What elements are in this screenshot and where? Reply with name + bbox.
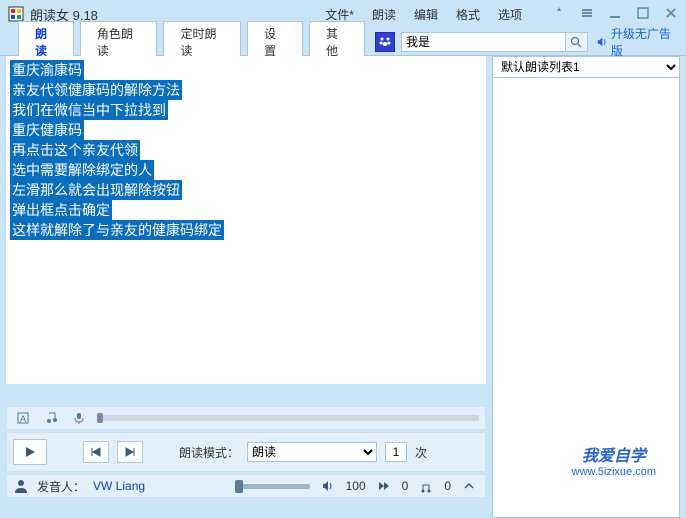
speed-value: 0 (402, 479, 409, 493)
voice-label: 发音人： (37, 478, 85, 495)
toolbar: 朗读 角色朗读 定时朗读 设置 其他 升级无广告版 (0, 28, 686, 56)
search-button[interactable] (566, 32, 588, 52)
progress-slider[interactable] (97, 415, 479, 421)
minimize-icon[interactable] (608, 6, 622, 23)
mode-select[interactable]: 朗读 (247, 442, 377, 462)
editor-line[interactable]: 重庆健康码 (10, 120, 84, 140)
count-input[interactable] (385, 442, 407, 462)
volume-icon[interactable] (318, 477, 338, 495)
editor-line[interactable]: 亲友代领健康码的解除方法 (10, 80, 182, 100)
playlist-select[interactable]: 默认朗读列表1 (492, 56, 680, 78)
editor-line[interactable]: 弹出框点击确定 (10, 200, 112, 220)
maximize-icon[interactable] (636, 6, 650, 23)
speed-icon[interactable] (374, 477, 394, 495)
editor-line[interactable]: 这样就解除了与亲友的健康码绑定 (10, 220, 224, 240)
mode-label: 朗读模式： (179, 444, 239, 461)
paw-button[interactable] (375, 32, 395, 52)
play-button[interactable] (13, 439, 47, 465)
upgrade-link[interactable]: 升级无广告版 (596, 25, 676, 59)
search-input[interactable] (401, 32, 566, 52)
person-icon (13, 478, 29, 494)
volume-value: 100 (346, 479, 366, 493)
menu-options[interactable]: 选项 (498, 6, 522, 23)
microphone-icon[interactable] (69, 409, 89, 427)
play-icon (23, 445, 37, 459)
voice-row: 发音人： VW Liang 100 0 0 (6, 474, 486, 498)
pin-icon[interactable] (552, 6, 566, 23)
speaker-icon (596, 36, 607, 48)
svg-text:A: A (20, 414, 26, 424)
watermark: 我爱自学 www.5izixue.com (572, 442, 656, 478)
count-suffix: 次 (415, 444, 427, 461)
expand-icon[interactable] (459, 477, 479, 495)
scrub-slider[interactable] (235, 484, 309, 489)
pitch-value: 0 (444, 479, 451, 493)
menu-edit[interactable]: 编辑 (414, 6, 438, 23)
editor-line[interactable]: 左滑那么就会出现解除按钮 (10, 180, 182, 200)
next-button[interactable] (117, 441, 143, 463)
playback-row: 朗读模式： 朗读 次 (6, 432, 486, 472)
search-icon (570, 36, 582, 48)
close-icon[interactable] (664, 6, 678, 23)
menu-read[interactable]: 朗读 (372, 6, 396, 23)
editor-line[interactable]: 选中需要解除绑定的人 (10, 160, 154, 180)
voice-name[interactable]: VW Liang (93, 479, 145, 493)
prev-button[interactable] (83, 441, 109, 463)
marker-a-icon[interactable]: A (13, 409, 33, 427)
menu-format[interactable]: 格式 (456, 6, 480, 23)
editor-line[interactable]: 我们在微信当中下拉找到 (10, 100, 168, 120)
text-editor[interactable]: 重庆渝康码亲友代领健康码的解除方法我们在微信当中下拉找到重庆健康码再点击这个亲友… (6, 56, 486, 384)
progress-row: A (6, 406, 486, 430)
editor-line[interactable]: 重庆渝康码 (10, 60, 84, 80)
editor-line[interactable]: 再点击这个亲友代领 (10, 140, 140, 160)
settings-icon[interactable] (580, 6, 594, 23)
music-note-icon[interactable] (41, 409, 61, 427)
pitch-icon[interactable] (416, 477, 436, 495)
